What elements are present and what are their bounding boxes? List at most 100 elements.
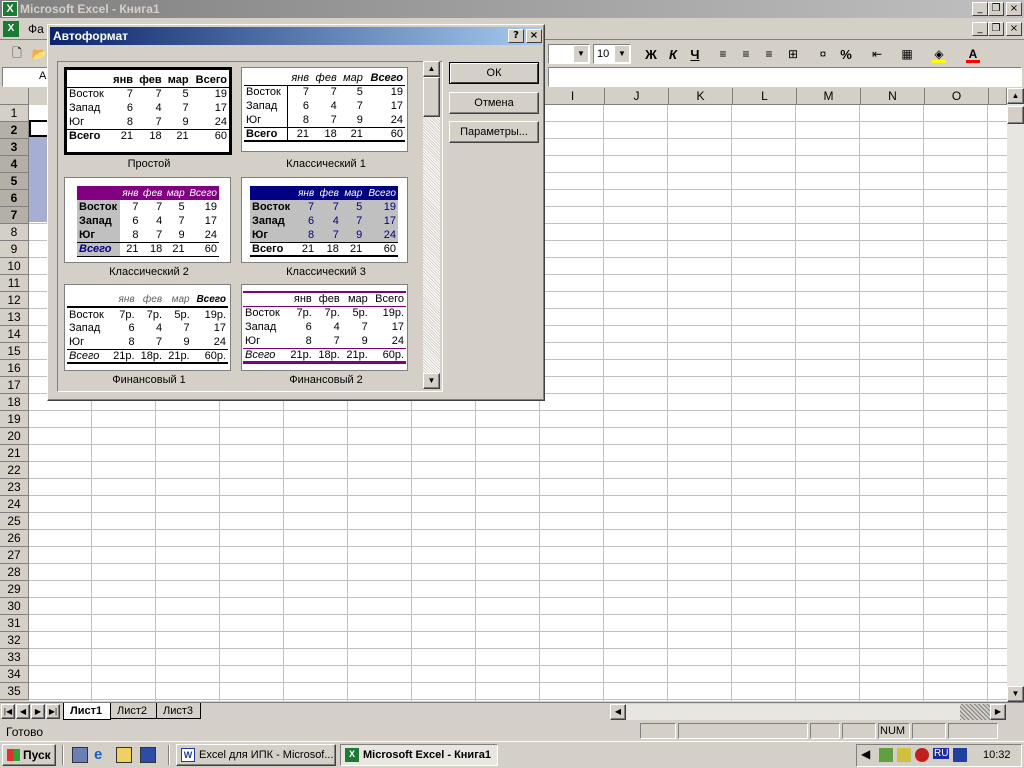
- tray-app-icon[interactable]: [879, 748, 893, 762]
- row-header[interactable]: 3: [0, 139, 29, 156]
- last-sheet-icon[interactable]: ▶|: [46, 704, 60, 719]
- row-header[interactable]: 28: [0, 564, 29, 581]
- underline-button[interactable]: Ч: [684, 44, 706, 64]
- row-header[interactable]: 21: [0, 445, 29, 462]
- font-size-select[interactable]: 10 ▼: [593, 44, 631, 64]
- ok-button[interactable]: ОК: [449, 62, 539, 84]
- italic-button[interactable]: К: [662, 44, 684, 64]
- row-header[interactable]: 6: [0, 190, 29, 207]
- row-header[interactable]: 30: [0, 598, 29, 615]
- row-header[interactable]: 1: [0, 105, 29, 122]
- format-classic1[interactable]: янв фев мар Всего Восток 7 7 5 19 Запад 6 4 7 17 Юг…: [241, 67, 408, 152]
- row-header[interactable]: 35: [0, 683, 29, 700]
- format-financial2[interactable]: янв фев мар Всего Восток 7р. 7р. 5р. 19р. Запад…: [241, 284, 408, 371]
- row-header[interactable]: 22: [0, 462, 29, 479]
- fill-color-icon[interactable]: ◈: [928, 44, 950, 64]
- row-header[interactable]: 11: [0, 275, 29, 292]
- sheet-tab-1[interactable]: Лист1: [63, 703, 111, 720]
- row-header[interactable]: 27: [0, 547, 29, 564]
- row-header[interactable]: 32: [0, 632, 29, 649]
- column-header-n[interactable]: N: [861, 88, 925, 105]
- row-header[interactable]: 2: [0, 122, 29, 139]
- scroll-down-arrow[interactable]: ▼: [1007, 686, 1024, 702]
- row-header[interactable]: 25: [0, 513, 29, 530]
- quicklaunch-ie-icon[interactable]: e: [94, 746, 102, 763]
- sheet-tab-3[interactable]: Лист3: [157, 703, 201, 719]
- volume-icon[interactable]: ◀: [861, 747, 870, 761]
- row-header[interactable]: 14: [0, 326, 29, 343]
- quicklaunch-outlook-icon[interactable]: [116, 747, 132, 763]
- column-header-j[interactable]: J: [605, 88, 669, 105]
- vertical-scrollbar[interactable]: ▲ ▼: [1007, 88, 1024, 702]
- start-button[interactable]: Пуск: [2, 744, 56, 766]
- workbook-icon[interactable]: X: [3, 21, 19, 37]
- dialog-help-button[interactable]: ?: [508, 29, 524, 43]
- row-header[interactable]: 12: [0, 292, 29, 309]
- borders-icon[interactable]: ▦: [896, 44, 918, 64]
- doc-restore-button[interactable]: ❐: [988, 22, 1004, 36]
- tray-network-icon[interactable]: [897, 748, 911, 762]
- format-scroll-up-arrow[interactable]: ▲: [423, 61, 440, 77]
- taskbar-excel-item[interactable]: X Microsoft Excel - Книга1: [340, 744, 498, 766]
- currency-icon[interactable]: ¤: [812, 44, 834, 64]
- tray-antivirus-icon[interactable]: [915, 748, 929, 762]
- new-document-icon[interactable]: 🗋: [6, 44, 28, 64]
- active-cell[interactable]: [29, 120, 49, 137]
- row-header[interactable]: 9: [0, 241, 29, 258]
- first-sheet-icon[interactable]: |◀: [1, 704, 15, 719]
- next-sheet-icon[interactable]: ▶: [31, 704, 45, 719]
- align-center-icon[interactable]: ≡: [735, 44, 757, 64]
- row-header[interactable]: 23: [0, 479, 29, 496]
- format-scroll-thumb[interactable]: [423, 77, 440, 117]
- horizontal-scrollbar[interactable]: ◀ ▶: [610, 704, 1006, 720]
- scroll-thumb[interactable]: [1007, 106, 1024, 124]
- align-right-icon[interactable]: ≡: [758, 44, 780, 64]
- merge-center-icon[interactable]: ⊞: [782, 44, 804, 64]
- row-header[interactable]: 15: [0, 343, 29, 360]
- column-header-o[interactable]: O: [925, 88, 989, 105]
- column-header-m[interactable]: M: [797, 88, 861, 105]
- row-header[interactable]: 10: [0, 258, 29, 275]
- percent-button[interactable]: %: [835, 44, 857, 64]
- row-header[interactable]: 34: [0, 666, 29, 683]
- format-classic2[interactable]: янв фев мар Всего Восток 7 7 5 19 Запад 6 4 7 17 Юг…: [64, 177, 231, 263]
- prev-sheet-icon[interactable]: ◀: [16, 704, 30, 719]
- row-header[interactable]: 5: [0, 173, 29, 190]
- row-header[interactable]: 13: [0, 309, 29, 326]
- row-header[interactable]: 8: [0, 224, 29, 241]
- row-header[interactable]: 17: [0, 377, 29, 394]
- row-header[interactable]: 24: [0, 496, 29, 513]
- language-indicator[interactable]: RU: [933, 748, 950, 759]
- row-header[interactable]: 7: [0, 207, 29, 224]
- doc-minimize-button[interactable]: _: [972, 22, 988, 36]
- scroll-up-arrow[interactable]: ▲: [1007, 88, 1024, 104]
- options-button[interactable]: Параметры...: [449, 121, 539, 143]
- column-header-k[interactable]: K: [669, 88, 733, 105]
- row-header[interactable]: 31: [0, 615, 29, 632]
- row-header[interactable]: 4: [0, 156, 29, 173]
- menu-file[interactable]: Фа: [28, 22, 44, 36]
- row-header[interactable]: 29: [0, 581, 29, 598]
- row-header[interactable]: 16: [0, 360, 29, 377]
- decrease-indent-icon[interactable]: ⇤: [866, 44, 888, 64]
- bold-button[interactable]: Ж: [640, 44, 662, 64]
- tray-scheduler-icon[interactable]: [953, 748, 967, 762]
- row-header[interactable]: 26: [0, 530, 29, 547]
- font-color-icon[interactable]: A: [962, 44, 984, 64]
- restore-button[interactable]: ❐: [988, 2, 1004, 16]
- taskbar-word-item[interactable]: W Excel для ИПК - Microsof...: [176, 744, 336, 766]
- row-header[interactable]: 19: [0, 411, 29, 428]
- scroll-right-arrow[interactable]: ▶: [990, 704, 1006, 720]
- format-simple[interactable]: янв фев мар Всего Восток 7 7 5 19 Запад 6 4 7 17 Юг…: [64, 67, 232, 155]
- row-header[interactable]: 20: [0, 428, 29, 445]
- align-left-icon[interactable]: ≡: [712, 44, 734, 64]
- column-header-i[interactable]: I: [541, 88, 605, 105]
- format-financial1[interactable]: янв фев мар Всего Восток 7р. 7р. 5р. 19р. Запад…: [64, 284, 231, 371]
- quicklaunch-office-icon[interactable]: [140, 747, 156, 763]
- format-list[interactable]: янв фев мар Всего Восток 7 7 5 19 Запад 6 4 7 17 Юг…: [57, 61, 443, 392]
- formula-input[interactable]: [548, 67, 1022, 87]
- dialog-close-button[interactable]: ×: [526, 29, 542, 43]
- quicklaunch-desktop-icon[interactable]: [72, 747, 88, 763]
- cancel-button[interactable]: Отмена: [449, 92, 539, 114]
- font-name-select[interactable]: ▼: [548, 44, 590, 64]
